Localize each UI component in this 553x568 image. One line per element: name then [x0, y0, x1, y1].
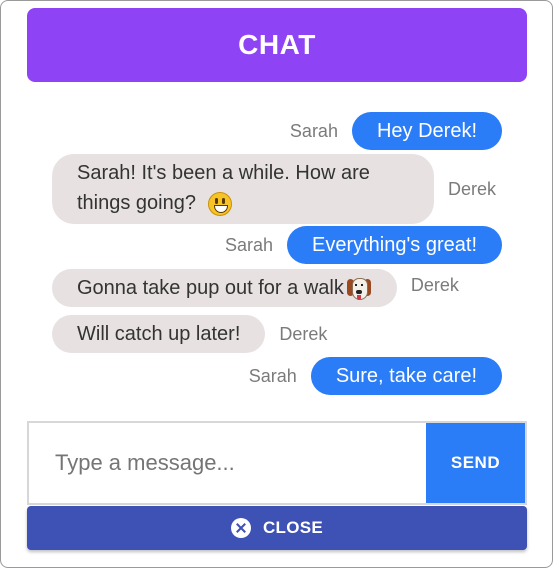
message-row: Gonna take pup out for a walk Derek: [52, 269, 527, 307]
chat-title: CHAT: [238, 29, 316, 60]
message-text: Sure, take care!: [335, 365, 477, 387]
message-bubble: Will catch up later!: [52, 315, 266, 353]
message-row: Sarah Hey Derek!: [27, 112, 502, 150]
message-bubble: Sure, take care!: [310, 357, 502, 395]
dog-icon: [346, 276, 372, 302]
message-text: Will catch up later!: [77, 323, 241, 345]
message-list: Sarah Hey Derek! Sarah! It's been a whil…: [27, 101, 527, 406]
chat-header: CHAT: [27, 8, 527, 82]
message-row: Sarah Sure, take care!: [27, 357, 502, 395]
close-circle-icon: [230, 518, 251, 538]
message-sender: Derek: [448, 178, 497, 199]
message-row: Sarah! It's been a while. How are things…: [52, 154, 527, 224]
close-button[interactable]: CLOSE: [27, 506, 527, 550]
message-sender: Derek: [279, 323, 328, 344]
message-bubble: Sarah! It's been a while. How are things…: [52, 154, 434, 224]
message-sender: Derek: [410, 274, 459, 295]
message-sender: Sarah: [289, 120, 338, 141]
close-label: CLOSE: [262, 518, 324, 537]
message-text: Everything's great!: [311, 234, 477, 256]
message-row: Will catch up later! Derek: [52, 315, 527, 353]
chat-window: CHAT Sarah Hey Derek! Sarah! It's been a…: [0, 0, 553, 568]
send-button[interactable]: SEND: [426, 423, 525, 503]
message-row: Sarah Everything's great!: [27, 226, 502, 264]
message-bubble: Hey Derek!: [351, 112, 502, 150]
message-sender: Sarah: [224, 234, 273, 255]
smiley-icon: [207, 191, 232, 216]
message-bubble: Everything's great!: [286, 226, 502, 264]
message-text: Hey Derek!: [376, 120, 477, 142]
message-bubble: Gonna take pup out for a walk: [52, 269, 397, 307]
message-text: Gonna take pup out for a walk: [77, 277, 344, 299]
message-composer: SEND: [27, 421, 527, 505]
message-input[interactable]: [29, 423, 426, 503]
message-sender: Sarah: [248, 365, 297, 386]
